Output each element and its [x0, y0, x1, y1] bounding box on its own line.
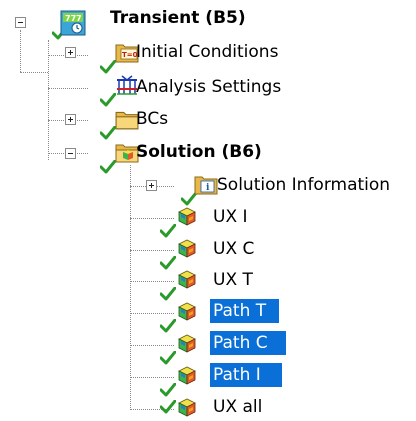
tree-item-analysis-settings[interactable]: Analysis Settings	[133, 75, 284, 99]
result-cube-icon	[176, 300, 198, 322]
svg-text:777: 777	[65, 14, 82, 23]
tree-line	[48, 88, 88, 89]
tree-item-ux-c[interactable]: UX C	[210, 237, 257, 261]
check-icon	[160, 400, 176, 414]
tree-item-initial-conditions[interactable]: Initial Conditions	[133, 40, 281, 64]
tree-line	[20, 30, 21, 72]
tree-item-path-c[interactable]: Path C	[210, 331, 286, 355]
tree-line	[130, 250, 174, 251]
check-icon	[100, 60, 116, 74]
tree-item-path-i[interactable]: Path I	[210, 363, 282, 387]
check-icon	[160, 351, 176, 365]
tree-line	[130, 281, 174, 282]
tree-item-transient[interactable]: Transient (B5)	[107, 6, 249, 30]
tree-item-ux-i[interactable]: UX I	[210, 205, 251, 229]
expand-toggle-initial-conditions[interactable]	[65, 47, 76, 58]
check-icon	[160, 256, 176, 270]
check-icon	[160, 383, 176, 397]
expand-toggle-solution-information[interactable]	[146, 180, 157, 191]
check-icon	[160, 319, 176, 333]
check-icon	[100, 93, 116, 107]
tree-line	[130, 345, 174, 346]
transient-analysis-icon: 777	[60, 10, 86, 36]
tree-item-path-t[interactable]: Path T	[210, 299, 279, 323]
tree-item-solution[interactable]: Solution (B6)	[133, 140, 265, 164]
result-cube-icon	[176, 268, 198, 290]
collapse-toggle-solution[interactable]	[65, 148, 76, 159]
result-cube-icon	[176, 237, 198, 259]
tree-item-bcs[interactable]: BCs	[133, 107, 171, 131]
tree-line	[20, 72, 48, 73]
tree-line	[130, 218, 174, 219]
tree-line	[130, 377, 174, 378]
result-cube-icon	[176, 364, 198, 386]
project-tree: 777 Transient (B5) T=0 Initial Condition…	[0, 0, 416, 421]
tree-item-ux-all[interactable]: UX all	[210, 395, 265, 419]
tree-line	[130, 165, 131, 410]
check-icon	[100, 126, 116, 140]
tree-item-solution-information[interactable]: Solution Information	[214, 173, 393, 197]
check-icon	[160, 224, 176, 238]
svg-text:i: i	[206, 183, 210, 193]
expand-toggle-bcs[interactable]	[65, 114, 76, 125]
tree-line	[130, 313, 174, 314]
result-cube-icon	[176, 396, 198, 418]
check-icon	[160, 287, 176, 301]
tree-line	[48, 40, 49, 160]
result-cube-icon	[176, 205, 198, 227]
result-cube-icon	[176, 332, 198, 354]
collapse-toggle-transient[interactable]	[15, 17, 26, 28]
check-icon	[100, 160, 116, 174]
tree-item-ux-t[interactable]: UX T	[210, 268, 256, 292]
